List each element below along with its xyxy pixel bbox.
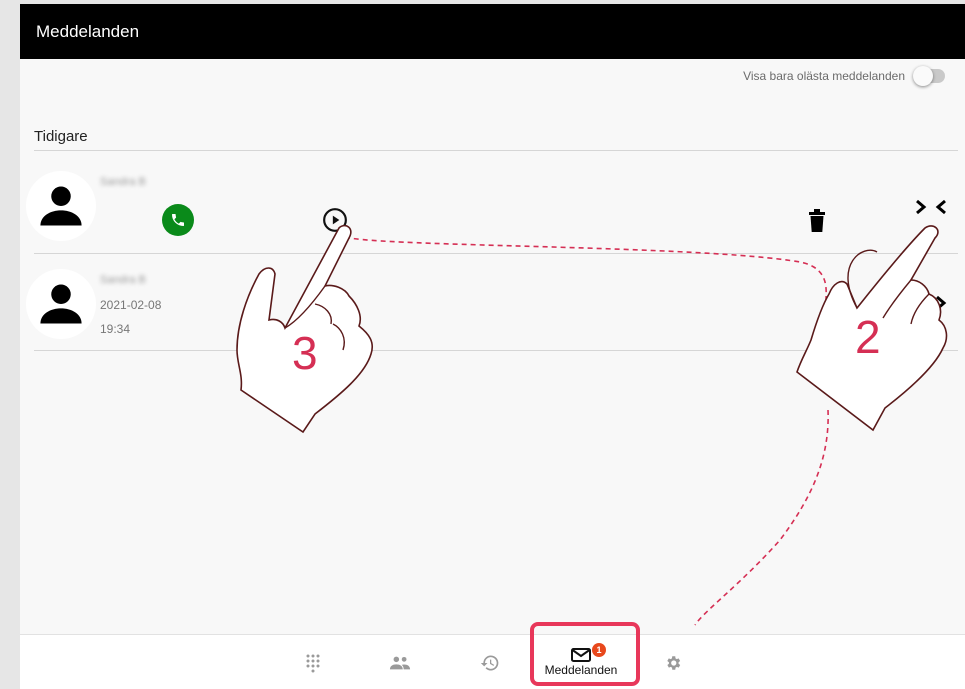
avatar (26, 171, 96, 241)
person-icon (40, 284, 82, 324)
gear-icon (667, 655, 681, 670)
delete-button[interactable] (806, 208, 828, 234)
nav-dialpad[interactable] (295, 635, 331, 689)
play-circle-icon (323, 208, 347, 232)
phone-icon (172, 214, 184, 226)
nav-history[interactable] (472, 635, 508, 689)
avatar (26, 269, 96, 339)
expand-button[interactable] (913, 292, 949, 314)
step-2-label: 2 (855, 311, 881, 363)
app-screen: Meddelanden Visa bara olästa meddelanden… (20, 4, 965, 689)
unread-filter: Visa bara olästa meddelanden (743, 66, 945, 86)
collapse-button[interactable] (913, 196, 949, 218)
app-header: Meddelanden (20, 4, 965, 59)
contact-name: Sandra B (100, 274, 146, 286)
collapse-icon (916, 199, 946, 215)
section-divider (34, 150, 958, 151)
dialpad-icon (306, 654, 320, 672)
play-button[interactable] (322, 207, 348, 233)
unread-filter-label: Visa bara olästa meddelanden (743, 69, 905, 83)
unread-filter-toggle[interactable] (913, 66, 945, 86)
message-date: 2021-02-08 (100, 298, 162, 312)
message-time: 19:34 (100, 322, 131, 336)
person-icon (40, 186, 82, 226)
nav-messages-highlight (530, 622, 640, 686)
trash-icon (809, 209, 825, 232)
nav-settings[interactable] (655, 635, 691, 689)
row-divider (34, 253, 958, 254)
call-button[interactable] (162, 204, 194, 236)
step-3-label: 3 (292, 327, 318, 379)
contacts-icon (389, 656, 411, 669)
row-divider (34, 350, 958, 351)
expand-icon (915, 295, 947, 311)
bottom-nav: Meddelanden 1 (20, 634, 965, 689)
section-title: Tidigare (34, 128, 88, 145)
page-title: Meddelanden (36, 22, 140, 41)
history-icon (480, 654, 499, 670)
contact-name: Sandra B (100, 176, 146, 188)
nav-contacts[interactable] (382, 635, 418, 689)
